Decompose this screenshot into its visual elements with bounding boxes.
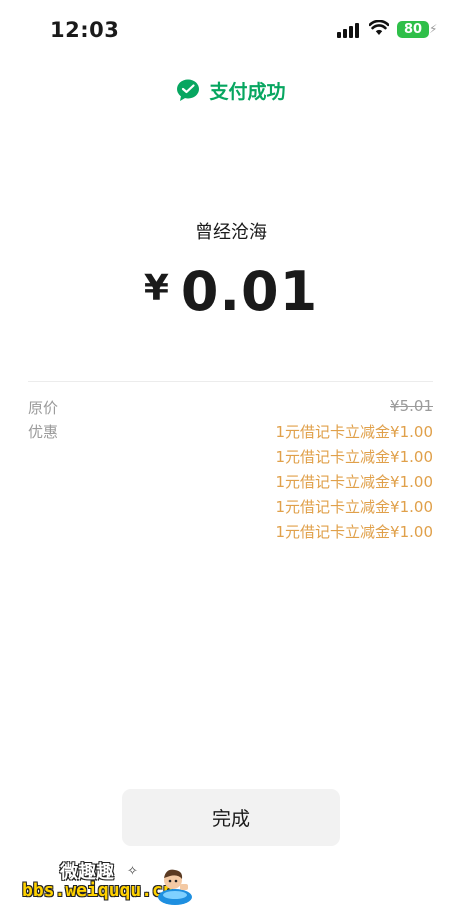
wechat-pay-icon [177,79,200,101]
merchant-name: 曾经沧海 [195,222,267,243]
battery-level: 80 [403,22,423,37]
discount-item: 1元借记卡立减金¥1.00 [275,498,434,516]
discount-label: 优惠 [28,423,59,441]
charging-bolt-icon: ⚡ [429,22,438,36]
done-button[interactable]: 完成 [122,789,340,846]
done-button-label: 完成 [211,808,250,830]
amount-row: ¥ 0.01 [0,262,462,322]
battery-indicator: 80 [397,21,429,38]
sparkle-icon: ✧ [127,864,138,879]
payment-success-header: 支付成功 [0,76,462,104]
original-price-value: ¥5.01 [390,397,433,415]
payment-success-title: 支付成功 [209,80,286,103]
original-price-label: 原价 [28,399,59,417]
cellular-signal-icon [337,22,363,38]
discount-item: 1元借记卡立减金¥1.00 [275,423,434,441]
paid-amount: 0.01 [180,260,319,323]
watermark-url: bbs.weiququ.cn [22,880,174,901]
status-time: 12:03 [50,18,120,42]
status-bar: 12:03 80 ⚡ [0,0,462,56]
wifi-icon [369,20,389,35]
discount-list: 1元借记卡立减金¥1.00 1元借记卡立减金¥1.00 1元借记卡立减金¥1.0… [173,421,434,546]
mascot-icon [158,869,192,905]
divider [28,381,433,382]
discount-item: 1元借记卡立减金¥1.00 [275,473,434,491]
currency-symbol: ¥ [143,268,169,309]
discount-item: 1元借记卡立减金¥1.00 [275,523,434,541]
discount-item: 1元借记卡立减金¥1.00 [275,448,434,466]
